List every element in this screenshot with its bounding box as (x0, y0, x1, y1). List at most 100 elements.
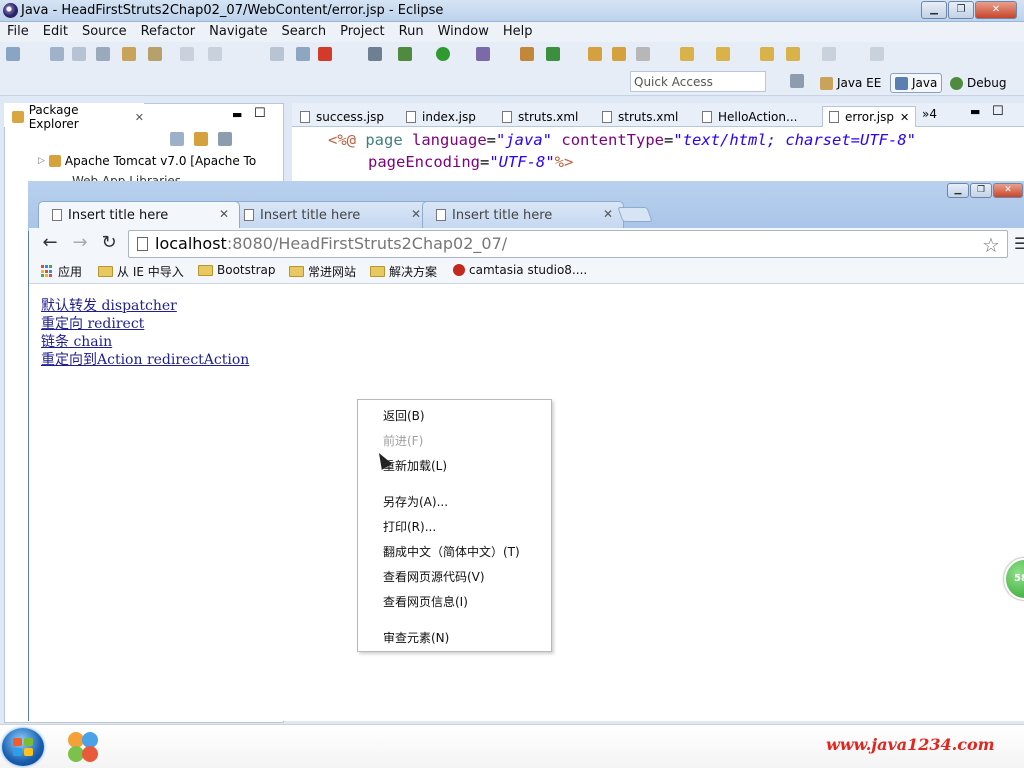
perspective-debug[interactable]: Debug (946, 73, 1010, 93)
bookmark-solutions[interactable]: 解决方案 (370, 263, 437, 280)
back-icon[interactable] (786, 47, 800, 61)
browser-close-button[interactable]: ✕ (993, 183, 1023, 198)
redo-icon[interactable] (208, 47, 222, 61)
open-perspective-icon[interactable] (790, 74, 804, 88)
suspend-icon[interactable] (296, 47, 310, 61)
editor-tab-success-jsp[interactable]: success.jsp (294, 106, 390, 127)
browser-menu-icon[interactable]: ☰ (1014, 234, 1024, 253)
close-icon[interactable]: ✕ (135, 111, 144, 124)
browser-tab-3[interactable]: Insert title here ✕ (422, 201, 624, 228)
menu-window[interactable]: Window (431, 22, 496, 39)
collapse-all-icon[interactable] (170, 132, 184, 146)
bookmark-apps[interactable]: 应用 (41, 263, 82, 280)
address-bar[interactable]: localhost:8080/HeadFirstStruts2Chap02_07… (128, 230, 1008, 258)
context-back[interactable]: 返回(B) (383, 407, 425, 424)
menu-source[interactable]: Source (75, 22, 134, 39)
link-with-editor-icon[interactable] (194, 132, 208, 146)
editor-tab-hello-action[interactable]: HelloAction... (696, 106, 803, 127)
bookmark-camtasia[interactable]: camtasia studio8.... (453, 263, 587, 277)
editor-tab-struts-xml-2[interactable]: struts.xml (596, 106, 684, 127)
minimize-view-icon[interactable]: ▬ (232, 108, 242, 121)
minimize-button[interactable]: ▁ (921, 1, 947, 19)
debug-icon[interactable] (398, 47, 412, 61)
context-page-info[interactable]: 查看网页信息(I) (383, 593, 468, 610)
browser-tab-2[interactable]: Insert title here ✕ (230, 201, 432, 228)
editor-overflow[interactable]: »4 (922, 107, 937, 121)
close-icon[interactable]: ✕ (900, 111, 909, 124)
open-task-icon[interactable] (612, 47, 626, 61)
pin-editor-icon[interactable] (870, 47, 884, 61)
link-dispatcher[interactable]: 默认转发 dispatcher (41, 295, 177, 315)
new-tab-button[interactable] (617, 207, 653, 222)
context-translate[interactable]: 翻成中文（简体中文）(T) (383, 543, 520, 560)
print-icon[interactable] (96, 47, 110, 61)
context-view-source[interactable]: 查看网页源代码(V) (383, 568, 485, 585)
menu-project[interactable]: Project (333, 22, 391, 39)
menu-edit[interactable]: Edit (36, 22, 75, 39)
code-editor[interactable]: <%@ page language="java" contentType="te… (292, 127, 1024, 187)
new-server-icon[interactable] (520, 47, 534, 61)
prev-annotation-icon[interactable] (716, 47, 730, 61)
package-explorer-tab[interactable]: Package Explorer ✕ (4, 103, 144, 131)
view-menu-icon[interactable] (218, 132, 232, 146)
editor-tab-struts-xml[interactable]: struts.xml (496, 106, 584, 127)
last-edit-icon[interactable] (760, 47, 774, 61)
reload-icon[interactable]: ↻ (99, 234, 119, 254)
open-type-icon[interactable] (588, 47, 602, 61)
context-inspect[interactable]: 审查元素(N) (383, 629, 449, 646)
perspective-java[interactable]: Java (890, 73, 943, 93)
menu-help[interactable]: Help (496, 22, 540, 39)
run-icon[interactable] (436, 47, 450, 61)
build-icon[interactable] (148, 47, 162, 61)
close-button[interactable]: ✕ (975, 1, 1017, 19)
bookmark-frequent-sites[interactable]: 常进网站 (289, 263, 356, 280)
browser-maximize-button[interactable]: ❐ (970, 183, 992, 198)
new-icon[interactable] (6, 47, 20, 61)
search-tool-icon[interactable] (636, 47, 650, 61)
bookmark-ie-import[interactable]: 从 IE 中导入 (98, 263, 184, 280)
close-icon[interactable]: ✕ (603, 207, 613, 221)
link-chain[interactable]: 链条 chain (41, 331, 112, 351)
undo-icon[interactable] (180, 47, 194, 61)
expand-icon[interactable]: ▷ (38, 156, 45, 166)
context-save-as[interactable]: 另存为(A)... (383, 493, 448, 510)
context-print[interactable]: 打印(R)... (383, 518, 436, 535)
maximize-button[interactable]: ❐ (948, 1, 974, 19)
browser-tab-1[interactable]: Insert title here ✕ (38, 201, 240, 228)
bookmark-star-icon[interactable]: ☆ (982, 233, 1000, 257)
start-button[interactable] (2, 728, 44, 766)
menu-search[interactable]: Search (274, 22, 333, 39)
save-icon[interactable] (50, 47, 64, 61)
context-forward[interactable]: 前进(F) (383, 432, 423, 449)
menu-navigate[interactable]: Navigate (202, 22, 274, 39)
browser-minimize-button[interactable]: ▁ (947, 183, 969, 198)
taskbar-app-icon[interactable] (68, 732, 100, 764)
close-icon[interactable]: ✕ (411, 207, 421, 221)
external-tools-icon[interactable] (476, 47, 490, 61)
bookmark-bootstrap[interactable]: Bootstrap (198, 263, 275, 277)
forward-icon[interactable] (822, 47, 836, 61)
save-all-icon[interactable] (72, 47, 86, 61)
step-icon[interactable] (270, 47, 284, 61)
minimize-editor-icon[interactable]: ▬ (970, 105, 980, 118)
editor-tab-error-jsp[interactable]: error.jsp ✕ (822, 106, 917, 127)
maximize-editor-icon[interactable]: ☐ (992, 104, 1004, 119)
link-redirect-action[interactable]: 重定向到Action redirectAction (41, 349, 249, 369)
editor-tab-index-jsp[interactable]: index.jsp (400, 106, 482, 127)
terminate-icon[interactable] (318, 47, 332, 61)
close-icon[interactable]: ✕ (219, 207, 229, 221)
quick-access-input[interactable]: Quick Access (630, 71, 766, 92)
forward-arrow-icon[interactable]: → (70, 234, 90, 254)
new-java-class-icon[interactable] (546, 47, 560, 61)
next-annotation-icon[interactable] (680, 47, 694, 61)
tree-item-tomcat[interactable]: ▷ Apache Tomcat v7.0 [Apache To (38, 154, 256, 168)
skip-breakpoints-icon[interactable] (368, 47, 382, 61)
menu-file[interactable]: File (0, 22, 36, 39)
link-redirect[interactable]: 重定向 redirect (41, 313, 144, 333)
toggle-icon[interactable] (122, 47, 136, 61)
menu-refactor[interactable]: Refactor (134, 22, 203, 39)
maximize-view-icon[interactable]: ☐ (254, 106, 266, 121)
perspective-java-ee[interactable]: Java EE (816, 73, 885, 93)
context-reload[interactable]: 重新加载(L) (383, 457, 447, 474)
menu-run[interactable]: Run (392, 22, 431, 39)
